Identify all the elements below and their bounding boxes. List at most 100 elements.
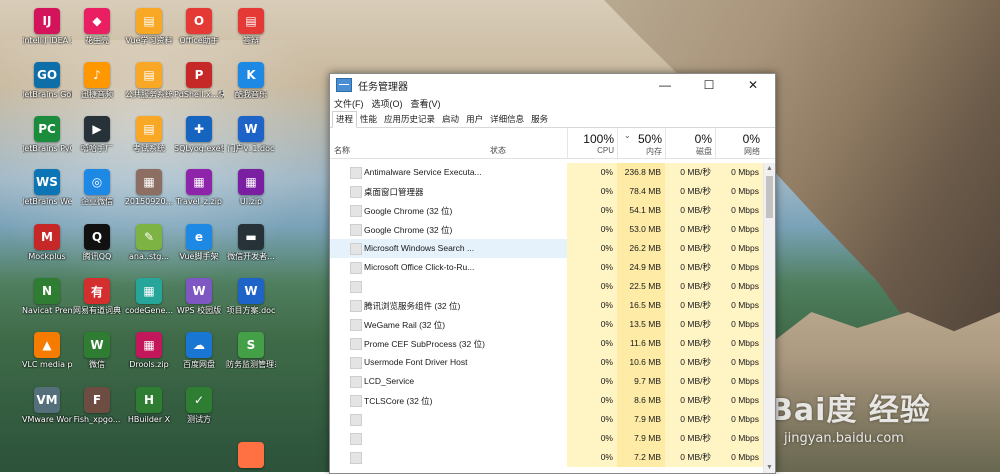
desktop-shortcut[interactable]: ▤ 公共服务系统 <box>124 60 174 112</box>
tab-details[interactable]: 详细信息 <box>487 112 528 127</box>
process-icon <box>350 319 362 331</box>
process-disk: 0 MB/秒 <box>665 448 715 467</box>
desktop-shortcut[interactable] <box>226 440 276 472</box>
desktop-shortcut[interactable]: ▤ Vue学习资料 <box>124 6 174 58</box>
desktop-shortcut[interactable]: ✓ 测试方 <box>174 385 224 437</box>
watermark-logo: Bai度 经验 <box>770 393 931 428</box>
desktop-shortcut-label: 网易有道词典 <box>73 306 121 315</box>
column-network[interactable]: 0% 网络 <box>715 128 764 158</box>
process-row[interactable]: 0% 7.2 MB 0 MB/秒 0 Mbps <box>330 448 763 467</box>
column-status[interactable]: 状态 <box>490 145 506 156</box>
desktop-shortcut[interactable]: PC JetBrains PyCha... <box>22 114 72 166</box>
column-name[interactable]: 名称 <box>334 145 350 156</box>
scroll-thumb[interactable] <box>766 176 773 218</box>
title-bar[interactable]: 任务管理器 — ☐ ✕ <box>330 74 775 96</box>
watermark-url: jingyan.baidu.com <box>784 431 904 446</box>
desktop-shortcut[interactable]: ◆ 花生壳 <box>72 6 122 58</box>
desktop-shortcut[interactable]: W 微信 <box>72 330 122 382</box>
process-row[interactable]: Microsoft Windows Search ... 0% 26.2 MB 0 M… <box>330 239 763 258</box>
desktop-shortcut[interactable]: S 防务监测管理系统... <box>226 330 276 382</box>
desktop-shortcut[interactable]: F Fish_xpgo... <box>72 385 122 437</box>
hbuilder-icon: H <box>136 387 162 413</box>
tab-users[interactable]: 用户 <box>463 112 487 127</box>
tab-app-history[interactable]: 应用历史记录 <box>381 112 439 127</box>
desktop-shortcut[interactable]: P PdShell.x...快捷方式 <box>174 60 224 112</box>
scroll-down-icon[interactable]: ▼ <box>764 462 775 473</box>
process-row[interactable]: 0% 7.9 MB 0 MB/秒 0 Mbps <box>330 429 763 448</box>
desktop-shortcut[interactable]: O Office助手 <box>174 6 224 58</box>
vertical-scrollbar[interactable]: ▲ ▼ <box>763 163 775 473</box>
process-row[interactable]: 腾讯浏览服务组件 (32 位) 0% 16.5 MB 0 MB/秒 0 Mbps <box>330 296 763 315</box>
tab-performance[interactable]: 性能 <box>357 112 381 127</box>
desktop-shortcut[interactable]: 有网易有道词典 <box>72 276 122 328</box>
process-row[interactable]: Usermode Font Driver Host 0% 10.6 MB 0 MB/秒… <box>330 353 763 372</box>
process-row[interactable]: 0% 22.5 MB 0 MB/秒 0 Mbps <box>330 277 763 296</box>
maximize-button[interactable]: ☐ <box>687 74 731 96</box>
process-row[interactable]: Antimalware Service Executa... 0% 236.8 MB… <box>330 163 763 182</box>
desktop-shortcut[interactable]: W 门户v_1.doc <box>226 114 276 166</box>
desktop-shortcut-label: Mockplus <box>28 252 66 261</box>
close-button[interactable]: ✕ <box>731 74 775 96</box>
goland-icon: GO <box>34 62 60 88</box>
tab-startup[interactable]: 启动 <box>439 112 463 127</box>
process-row[interactable]: Microsoft Office Click-to-Ru... 0% 24.9 MB… <box>330 258 763 277</box>
process-network: 0 Mbps <box>715 410 763 429</box>
process-row[interactable]: 0% 7.9 MB 0 MB/秒 0 Mbps <box>330 410 763 429</box>
desktop-shortcut[interactable]: ▤ 答辩 <box>226 6 276 58</box>
desktop-shortcut[interactable]: GO JetBrains GoLan... <box>22 60 72 112</box>
desktop-shortcut[interactable]: Q 腾讯QQ <box>72 222 122 274</box>
process-cpu: 0% <box>567 353 617 372</box>
process-row[interactable]: LCD_Service 0% 9.7 MB 0 MB/秒 0 Mbps <box>330 372 763 391</box>
desktop-shortcut[interactable]: K 酷我音乐 <box>226 60 276 112</box>
desktop-shortcut[interactable]: ✎ ana..stg... <box>124 222 174 274</box>
desktop-shortcut[interactable]: W 项目方案.doc <box>226 276 276 328</box>
desktop-shortcut[interactable]: ▦ UI.zip <box>226 167 276 219</box>
process-row[interactable]: 桌面窗口管理器 0% 78.4 MB 0 MB/秒 0 Mbps <box>330 182 763 201</box>
tab-processes[interactable]: 进程 <box>332 111 358 128</box>
scroll-up-icon[interactable]: ▲ <box>764 163 775 174</box>
desktop-shortcut[interactable]: IJ IntelliJ IDEA 2019.2.2 <box>22 6 72 58</box>
desktop-shortcut[interactable]: ☁ 百度网盘 <box>174 330 224 382</box>
desktop-shortcut[interactable]: ▦ codeGene... <box>124 276 174 328</box>
desktop-shortcut[interactable]: VM VMware Workstati... <box>22 385 72 437</box>
process-disk: 0 MB/秒 <box>665 391 715 410</box>
desktop-shortcut-label: 防务监测管理系统... <box>226 360 276 369</box>
menu-view[interactable]: 查看(V) <box>411 97 441 110</box>
column-memory[interactable]: ⌄ 50% 内存 <box>617 128 666 158</box>
process-row[interactable]: Google Chrome (32 位) 0% 53.0 MB 0 MB/秒 0 Mbp… <box>330 220 763 239</box>
desktop-shortcut[interactable]: ▦ Drools.zip <box>124 330 174 382</box>
column-cpu[interactable]: 100% CPU <box>567 128 618 158</box>
menu-options[interactable]: 选项(O) <box>372 97 403 110</box>
desktop-shortcut[interactable]: e Vue脚手架 <box>174 222 224 274</box>
process-name: Microsoft Office Click-to-Ru... <box>364 262 475 272</box>
process-icon <box>350 186 362 198</box>
desktop-shortcut[interactable]: ▦ 20150920... <box>124 167 174 219</box>
process-name: LCD_Service <box>364 376 415 386</box>
menu-file[interactable]: 文件(F) <box>334 97 364 110</box>
desktop-shortcut[interactable]: ✚ SQLyog.exe快捷方式 <box>174 114 224 166</box>
desktop-shortcut[interactable]: ◎ 企业微信 <box>72 167 122 219</box>
column-disk[interactable]: 0% 磁盘 <box>665 128 716 158</box>
desktop-shortcut[interactable]: ▲ VLC media player <box>22 330 72 382</box>
process-row[interactable]: Prome CEF SubProcess (32 位) 0% 11.6 MB 0 MB… <box>330 334 763 353</box>
minimize-button[interactable]: — <box>643 74 687 96</box>
process-row[interactable]: WeGame Rail (32 位) 0% 13.5 MB 0 MB/秒 0 Mbps <box>330 315 763 334</box>
desktop-shortcut[interactable]: ▬ 微信开发者... <box>226 222 276 274</box>
desktop-shortcut[interactable]: W WPS 校园版 <box>174 276 224 328</box>
desktop-shortcut[interactable]: WS JetBrains WebSto... <box>22 167 72 219</box>
process-row[interactable]: Google Chrome (32 位) 0% 54.1 MB 0 MB/秒 0 Mbp… <box>330 201 763 220</box>
sqlyog-icon: ✚ <box>186 116 212 142</box>
desktop-shortcut[interactable]: ♪ 迅捷音频 <box>72 60 122 112</box>
desktop-shortcut[interactable]: ▤ 考试系统 <box>124 114 174 166</box>
desktop-shortcut-label: 微信开发者... <box>227 252 275 261</box>
process-network: 0 Mbps <box>715 296 763 315</box>
audio-tool-icon: ♪ <box>84 62 110 88</box>
process-row[interactable]: TCLSCore (32 位) 0% 8.6 MB 0 MB/秒 0 Mbps <box>330 391 763 410</box>
desktop-shortcut[interactable]: ▦ Travel_z.zip <box>174 167 224 219</box>
desktop-shortcut[interactable]: H HBuilder X <box>124 385 174 437</box>
desktop-shortcut[interactable]: N Navicat Premium 12 <box>22 276 72 328</box>
desktop-shortcut[interactable]: ▶ 嘻哈手厂 <box>72 114 122 166</box>
tab-services[interactable]: 服务 <box>528 112 552 127</box>
desktop-shortcut-label: HBuilder X <box>127 415 171 424</box>
desktop-shortcut[interactable]: M Mockplus <box>22 222 72 274</box>
